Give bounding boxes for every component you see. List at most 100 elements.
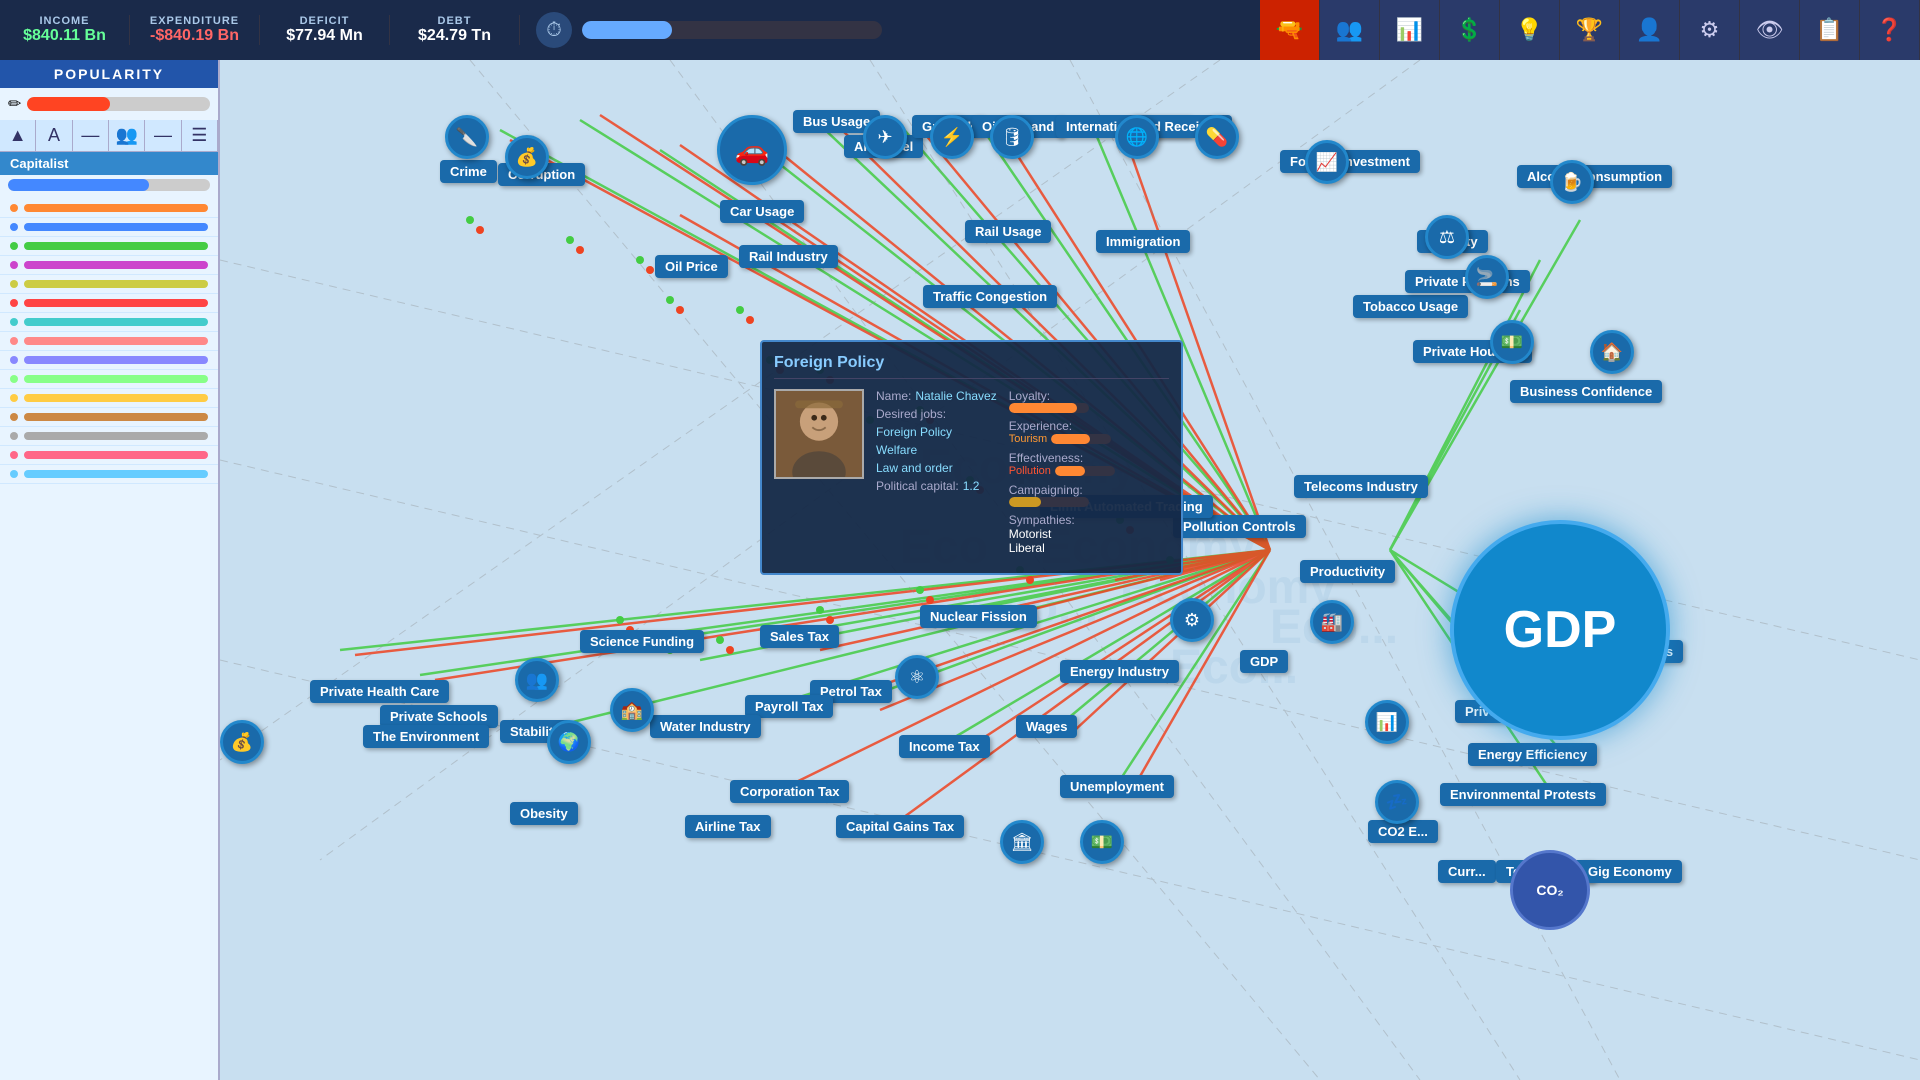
alcohol-label[interactable]: Alcohol Consumption	[1517, 165, 1672, 188]
sales-tax-label[interactable]: Sales Tax	[760, 625, 839, 648]
expenditure-stat: EXPENDITURE -$840.19 Bn	[130, 15, 260, 45]
co2-circle[interactable]: CO₂	[1510, 850, 1590, 930]
env-protests-label[interactable]: Environmental Protests	[1440, 783, 1606, 806]
person-button[interactable]: 👤	[1620, 0, 1680, 60]
oil-icon[interactable]: 🛢	[990, 115, 1034, 159]
pollution-controls-label[interactable]: Pollution Controls	[1173, 515, 1306, 538]
environment-icon[interactable]: 🌍	[547, 720, 591, 764]
sidebar-item-11[interactable]	[0, 389, 218, 408]
income-value: $840.11 Bn	[23, 27, 106, 45]
tab-minus[interactable]: —	[145, 120, 181, 151]
pensions-icon[interactable]: 💵	[1490, 320, 1534, 364]
sidebar-item-9[interactable]	[0, 351, 218, 370]
priv-health-label[interactable]: Private Health Care	[310, 680, 449, 703]
chart-button[interactable]: 📊	[1380, 0, 1440, 60]
tobacco-icon[interactable]: 🚬	[1465, 255, 1509, 299]
sidebar-item-7[interactable]	[0, 313, 218, 332]
timer-icon[interactable]: ⏱	[536, 12, 572, 48]
water-ind-label[interactable]: Water Industry	[650, 715, 761, 738]
gdp-small-label[interactable]: GDP	[1240, 650, 1288, 673]
science-label[interactable]: Science Funding	[580, 630, 704, 653]
notes-button[interactable]: 📋	[1800, 0, 1860, 60]
energy-ind-label[interactable]: Energy Industry	[1060, 660, 1179, 683]
sidebar-item-1[interactable]	[0, 199, 218, 218]
aid-icon[interactable]: 💊	[1195, 115, 1239, 159]
help-button[interactable]: ❓	[1860, 0, 1920, 60]
unemployment-label[interactable]: Unemployment	[1060, 775, 1174, 798]
crime-label[interactable]: Crime	[440, 160, 497, 183]
deficit-label: DEFICIT	[300, 15, 350, 27]
sidebar-item-3[interactable]	[0, 237, 218, 256]
sidebar-item-12[interactable]	[0, 408, 218, 427]
pollution-tag: Pollution	[1009, 465, 1051, 477]
productivity-icon[interactable]: ⚙	[1170, 598, 1214, 642]
immigration-label[interactable]: Immigration	[1096, 230, 1190, 253]
telecoms-label[interactable]: Telecoms Industry	[1294, 475, 1428, 498]
nuclear-label[interactable]: Nuclear Fission	[920, 605, 1037, 628]
airline-tax-label[interactable]: Airline Tax	[685, 815, 771, 838]
sidebar-item-2[interactable]	[0, 218, 218, 237]
energy-eff-label[interactable]: Energy Efficiency	[1468, 743, 1597, 766]
rail-industry-label[interactable]: Rail Industry	[739, 245, 838, 268]
eye-button[interactable]: 👁	[1740, 0, 1800, 60]
cap-gains-label[interactable]: Capital Gains Tax	[836, 815, 964, 838]
income-tax-label[interactable]: Income Tax	[899, 735, 990, 758]
car-usage-label[interactable]: Car Usage	[720, 200, 804, 223]
obesity-label[interactable]: Obesity	[510, 802, 578, 825]
co2-label[interactable]: CO2 E...	[1368, 820, 1438, 843]
tab-dash[interactable]: —	[73, 120, 109, 151]
oil-price-label[interactable]: Oil Price	[655, 255, 728, 278]
tab-people[interactable]: 👥	[109, 120, 145, 151]
sidebar-item-10[interactable]	[0, 370, 218, 389]
sidebar-item-15[interactable]	[0, 465, 218, 484]
trophy-button[interactable]: 🏆	[1560, 0, 1620, 60]
money-button[interactable]: 💲	[1440, 0, 1500, 60]
schools-icon[interactable]: 🏫	[610, 688, 654, 732]
gun-button[interactable]: 🔫	[1260, 0, 1320, 60]
equality-icon[interactable]: ⚖	[1425, 215, 1469, 259]
tab-up[interactable]: ▲	[0, 120, 36, 151]
trade-icon[interactable]: 🌐	[1115, 115, 1159, 159]
crime-icon[interactable]: 🔪	[445, 115, 489, 159]
sidebar-item-4[interactable]	[0, 256, 218, 275]
plane-icon[interactable]: ✈	[863, 115, 907, 159]
lightbulb-button[interactable]: 💡	[1500, 0, 1560, 60]
tobacco-label[interactable]: Tobacco Usage	[1353, 295, 1468, 318]
wages-icon[interactable]: 💰	[220, 720, 264, 764]
gear-button[interactable]: ⚙	[1680, 0, 1740, 60]
health-icon[interactable]: 👥	[515, 658, 559, 702]
biz-conf-label[interactable]: Business Confidence	[1510, 380, 1662, 403]
alcohol-icon[interactable]: 🍺	[1550, 160, 1594, 204]
car-icon[interactable]: 🚗	[717, 115, 787, 185]
invest-icon[interactable]: 📈	[1305, 140, 1349, 184]
sidebar-item-14[interactable]	[0, 446, 218, 465]
rail-usage-label[interactable]: Rail Usage	[965, 220, 1051, 243]
curr-label[interactable]: Curr...	[1438, 860, 1496, 883]
sidebar-item-5[interactable]	[0, 275, 218, 294]
sidebar-item-8[interactable]	[0, 332, 218, 351]
wages-label[interactable]: Wages	[1016, 715, 1077, 738]
income-stat: INCOME $840.11 Bn	[0, 15, 130, 45]
environment-label[interactable]: The Environment	[363, 725, 489, 748]
gig-label[interactable]: Gig Economy	[1578, 860, 1682, 883]
sidebar-item-13[interactable]	[0, 427, 218, 446]
tab-list[interactable]: ☰	[182, 120, 218, 151]
people-button[interactable]: 👥	[1320, 0, 1380, 60]
right-icon-1[interactable]: 📊	[1365, 700, 1409, 744]
deficit-value: $77.94 Mn	[286, 27, 362, 45]
tab-a[interactable]: A	[36, 120, 72, 151]
productivity-label[interactable]: Productivity	[1300, 560, 1395, 583]
housing-icon[interactable]: 🏠	[1590, 330, 1634, 374]
gdp-circle[interactable]: GDP	[1450, 520, 1670, 740]
corp-tax-icon[interactable]: 🏛	[1000, 820, 1044, 864]
income-tax-icon[interactable]: 💵	[1080, 820, 1124, 864]
foreign-invest-label[interactable]: Foreign Investment	[1280, 150, 1420, 173]
grid-icon[interactable]: ⚡	[930, 115, 974, 159]
right-icon-2[interactable]: 💤	[1375, 780, 1419, 824]
nuclear-fission-icon[interactable]: ⚛	[895, 655, 939, 699]
corp-tax-label[interactable]: Corporation Tax	[730, 780, 849, 803]
corruption-icon[interactable]: 💰	[505, 135, 549, 179]
traffic-cong-label[interactable]: Traffic Congestion	[923, 285, 1057, 308]
sidebar-item-6[interactable]	[0, 294, 218, 313]
pollution-ctrl-icon[interactable]: 🏭	[1310, 600, 1354, 644]
